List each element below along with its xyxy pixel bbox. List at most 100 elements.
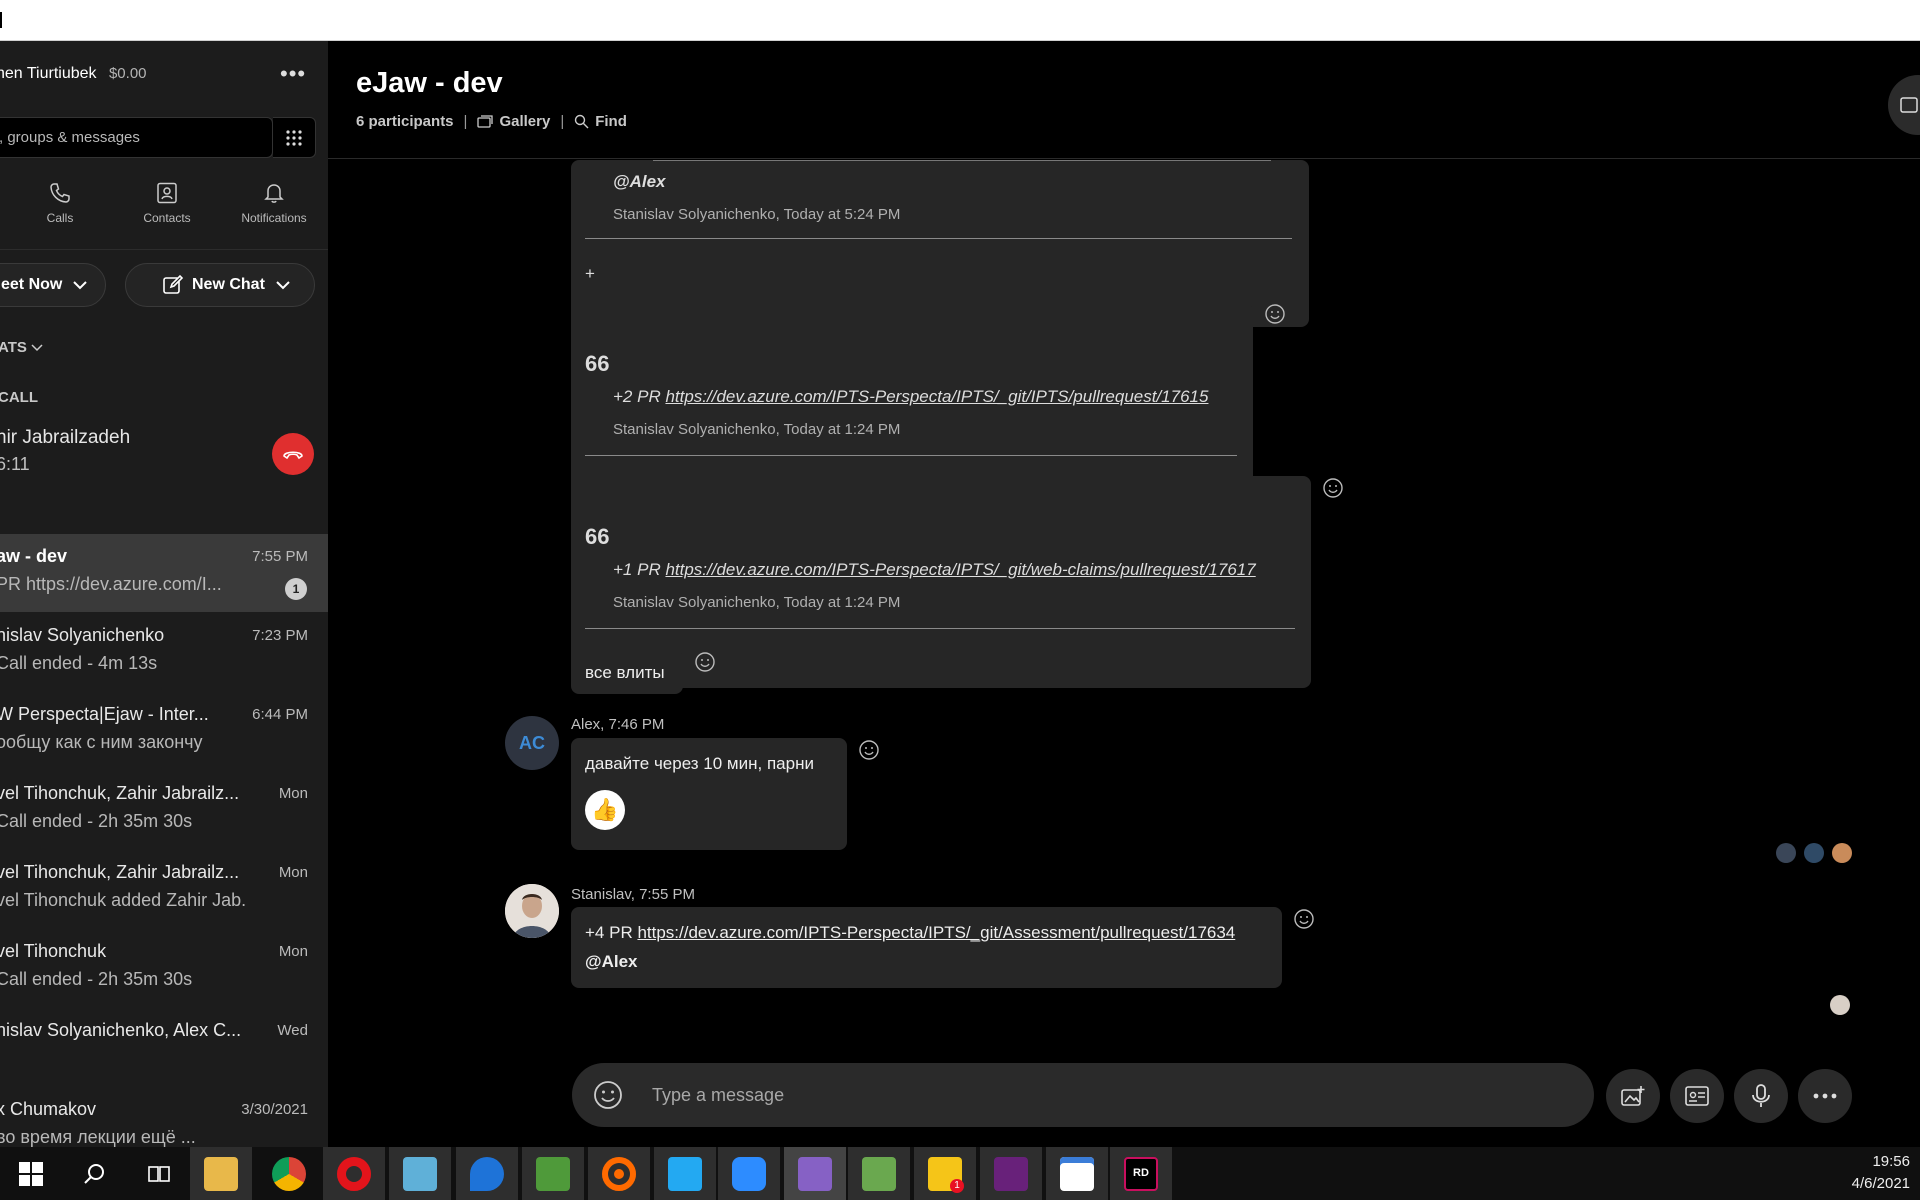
chrome-app[interactable] (258, 1147, 320, 1200)
profile[interactable]: hen Tiurtiubek $0.00 (0, 65, 147, 83)
find-link[interactable]: Find (574, 113, 627, 130)
zoom-app[interactable] (718, 1147, 780, 1200)
thumbs-up-reaction-icon[interactable]: 👍 (585, 790, 625, 830)
chat-name: vel Tihonchuk (0, 941, 107, 961)
app-shortcut[interactable] (1046, 1147, 1108, 1200)
chat-list-item[interactable]: nislav Solyanichenko 7:23 PM Call ended … (0, 613, 328, 691)
more-actions-button[interactable] (1798, 1069, 1852, 1123)
chat-list-item[interactable]: W Perspecta|Ejaw - Inter... 6:44 PM ообщ… (0, 692, 328, 770)
chevron-down-icon (276, 281, 290, 290)
nav-calls[interactable]: Calls (15, 181, 105, 225)
skype-app[interactable]: 1 (914, 1147, 976, 1200)
chat-list-item[interactable]: vel Tihonchuk Mon Call ended - 2h 35m 30… (0, 929, 328, 1007)
search-input[interactable] (0, 118, 261, 157)
quote-text: +1 PR https://dev.azure.com/IPTS-Perspec… (613, 560, 1256, 580)
task-view-icon (148, 1165, 170, 1182)
meet-now-label: eet Now (1, 276, 63, 293)
app-shortcut[interactable] (588, 1147, 650, 1200)
chevron-down-icon (73, 281, 88, 290)
window-mode-button[interactable] (1888, 75, 1920, 135)
add-reaction-icon[interactable] (1264, 303, 1286, 325)
visual-studio-app[interactable] (980, 1147, 1042, 1200)
message-input[interactable] (652, 1063, 1552, 1127)
taskbar-search[interactable] (64, 1147, 126, 1200)
clock-date: 4/6/2021 (1851, 1175, 1910, 1192)
conversation-header: eJaw - dev 6 participants | Gallery | Fi… (328, 41, 1920, 159)
share-media-button[interactable] (1606, 1069, 1660, 1123)
avatar[interactable]: AC (505, 716, 559, 770)
message-bubble[interactable]: +4 PR https://dev.azure.com/IPTS-Perspec… (571, 907, 1282, 988)
voice-message-button[interactable] (1734, 1069, 1788, 1123)
app-shortcut[interactable] (522, 1147, 584, 1200)
pr-link[interactable]: https://dev.azure.com/IPTS-Perspecta/IPT… (665, 560, 1255, 579)
unread-badge: 1 (285, 578, 307, 600)
pr-link[interactable]: https://dev.azure.com/IPTS-Perspecta/IPT… (637, 923, 1235, 942)
message-bubble[interactable]: @Alex Stanislav Solyanichenko, Today at … (571, 160, 1309, 327)
system-clock[interactable]: 19:56 4/6/2021 (1852, 1151, 1910, 1195)
chat-time: 3/30/2021 (241, 1101, 308, 1118)
message-bubble[interactable]: все влиты (571, 650, 683, 694)
phone-icon (50, 183, 70, 203)
participants-link[interactable]: 6 participants (356, 113, 454, 130)
meet-now-button[interactable]: eet Now (0, 263, 106, 307)
chat-preview: Call ended - 4m 13s (0, 653, 158, 673)
visual-studio-app[interactable] (784, 1147, 846, 1200)
add-reaction-icon[interactable] (694, 651, 716, 673)
message-bubble[interactable]: давайте через 10 мин, парни 👍 (571, 738, 847, 850)
sidebar: hen Tiurtiubek $0.00 ••• Calls Contacts … (0, 41, 328, 1147)
message-composer (572, 1063, 1594, 1127)
hangup-button[interactable] (272, 433, 314, 475)
quote-divider (585, 628, 1295, 629)
message-bubble[interactable]: 66 +2 PR https://dev.azure.com/IPTS-Pers… (571, 303, 1253, 501)
chat-time: 6:44 PM (252, 706, 308, 723)
dialpad-icon[interactable] (273, 117, 316, 158)
rider-app[interactable]: RD (1110, 1147, 1172, 1200)
opera-app[interactable] (323, 1147, 385, 1200)
chat-list-item[interactable]: vel Tihonchuk, Zahir Jabrailz... Mon Cal… (0, 771, 328, 849)
chat-list-item[interactable]: nislav Solyanichenko, Alex C... Wed (0, 1008, 328, 1086)
find-label: Find (595, 113, 627, 130)
search-box[interactable] (0, 117, 273, 158)
pr-link[interactable]: https://dev.azure.com/IPTS-Perspecta/IPT… (665, 387, 1208, 406)
nav-notifications[interactable]: Notifications (229, 181, 319, 225)
new-chat-button[interactable]: New Chat (125, 263, 315, 307)
gallery-link[interactable]: Gallery (477, 113, 550, 130)
file-explorer-app[interactable] (190, 1147, 252, 1200)
chat-list-item[interactable]: x Chumakov 3/30/2021 во время лекции ещё… (0, 1087, 328, 1147)
emoji-icon[interactable] (592, 1079, 624, 1111)
send-contact-button[interactable] (1670, 1069, 1724, 1123)
chat-time: Mon (278, 864, 308, 881)
chat-list-item[interactable]: aw - dev 7:55 PM PR https://dev.azure.co… (0, 534, 328, 612)
chat-list-item[interactable]: vel Tihonchuk, Zahir Jabrailz... Mon vel… (0, 850, 328, 928)
maps-app[interactable] (456, 1147, 518, 1200)
active-call-item[interactable]: hir Jabrailzadeh 6:11 (0, 419, 328, 495)
add-reaction-icon[interactable] (1293, 908, 1315, 930)
read-receipt-avatar (1776, 843, 1796, 863)
app-shortcut[interactable] (389, 1147, 451, 1200)
conversation-title[interactable]: eJaw - dev (356, 67, 503, 100)
app-icon (403, 1156, 437, 1191)
task-view-button[interactable] (128, 1147, 190, 1200)
balance: $0.00 (108, 65, 147, 82)
quote-meta: Stanislav Solyanichenko, Today at 1:24 P… (613, 594, 901, 611)
add-reaction-icon[interactable] (858, 739, 880, 761)
chat-time: Wed (277, 1022, 308, 1039)
quote-meta: Stanislav Solyanichenko, Today at 1:24 P… (613, 421, 901, 438)
add-reaction-icon[interactable] (1322, 477, 1344, 499)
separator: | (463, 113, 468, 130)
nav-notifications-label: Notifications (241, 211, 307, 225)
start-button[interactable] (0, 1147, 62, 1200)
vscode-app[interactable] (654, 1147, 716, 1200)
nav-contacts[interactable]: Contacts (122, 181, 212, 225)
chats-filter[interactable]: ATS (0, 339, 43, 356)
avatar[interactable] (505, 884, 559, 938)
more-options-icon[interactable]: ••• (280, 61, 306, 87)
chat-name: x Chumakov (0, 1099, 97, 1119)
headset-icon (602, 1156, 636, 1191)
app-icon (536, 1156, 570, 1191)
skype-icon: 1 (928, 1156, 964, 1193)
gallery-label: Gallery (499, 113, 551, 130)
quote-mark-icon: 66 (585, 524, 610, 549)
app-shortcut[interactable] (848, 1147, 910, 1200)
nav-contacts-label: Contacts (143, 211, 191, 225)
